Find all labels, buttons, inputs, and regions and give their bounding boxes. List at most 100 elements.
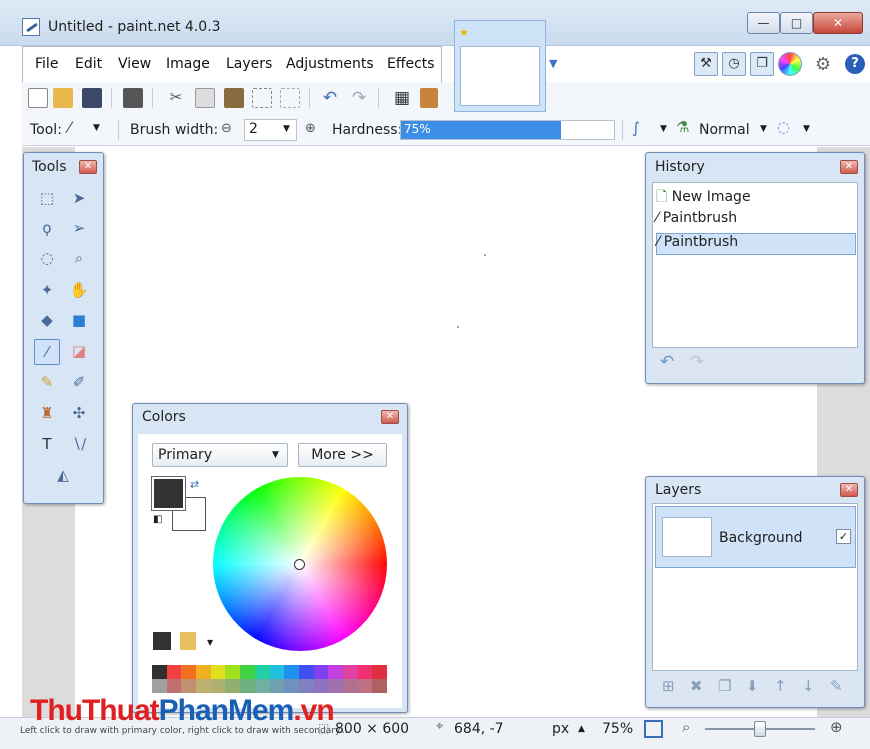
rulers-icon[interactable] bbox=[420, 88, 438, 108]
duplicate-layer-icon[interactable]: ❐ bbox=[718, 677, 731, 695]
maximize-button[interactable]: □ bbox=[780, 12, 813, 34]
minimize-button[interactable]: — bbox=[747, 12, 780, 34]
decrease-width-icon[interactable]: ⊖ bbox=[221, 121, 232, 136]
copy-icon[interactable] bbox=[195, 88, 215, 108]
palette-swatch[interactable] bbox=[284, 679, 299, 693]
move-layer-up-icon[interactable]: ↑ bbox=[774, 677, 787, 695]
palette-swatch[interactable] bbox=[342, 665, 358, 679]
menu-image[interactable]: Image bbox=[166, 56, 210, 72]
menu-view[interactable]: View bbox=[118, 56, 151, 72]
text-tool-icon[interactable]: T bbox=[34, 432, 60, 458]
layers-window-toggle-icon[interactable]: ❐ bbox=[750, 52, 774, 76]
palette-swatch[interactable] bbox=[342, 679, 358, 693]
undo-icon[interactable]: ↶ bbox=[320, 88, 340, 108]
antialiasing-dropdown-icon[interactable]: ▼ bbox=[660, 124, 667, 134]
menu-effects[interactable]: Effects bbox=[387, 56, 435, 72]
tools-panel-close-icon[interactable]: ✕ bbox=[79, 160, 97, 174]
palette-swatch[interactable] bbox=[372, 679, 387, 693]
palette-swatch[interactable] bbox=[210, 665, 226, 679]
add-to-palette-icon[interactable] bbox=[153, 632, 171, 650]
close-button[interactable]: ✕ bbox=[813, 12, 863, 34]
redo-icon[interactable]: ↷ bbox=[349, 88, 369, 108]
palette-swatch[interactable] bbox=[298, 665, 314, 679]
print-icon[interactable] bbox=[123, 88, 143, 108]
line-curve-icon[interactable]: ∖∕ bbox=[66, 432, 92, 458]
palette-swatch[interactable] bbox=[225, 679, 241, 693]
pan-hand-icon[interactable]: ✋ bbox=[66, 278, 92, 304]
palette-swatch[interactable] bbox=[357, 679, 373, 693]
zoom-out-icon[interactable]: ⌕ bbox=[682, 718, 690, 736]
colors-window-toggle-icon[interactable] bbox=[778, 52, 802, 76]
pencil-icon[interactable]: ✎ bbox=[34, 370, 60, 396]
more-colors-button[interactable]: More >> bbox=[298, 443, 387, 467]
selection-mode-icon[interactable]: ◌ bbox=[777, 118, 790, 136]
move-selected-icon[interactable]: ➤ bbox=[66, 186, 92, 212]
layer-visibility-checkbox[interactable]: ✓ bbox=[836, 529, 851, 544]
history-item[interactable]: 🗋 New Image bbox=[656, 186, 856, 208]
blend-mode-dropdown-icon[interactable]: ▼ bbox=[760, 124, 767, 134]
color-wheel-marker[interactable] bbox=[294, 559, 305, 570]
palette-swatch[interactable] bbox=[254, 665, 270, 679]
clone-stamp-icon[interactable]: ♜ bbox=[34, 401, 60, 427]
palette-swatch[interactable] bbox=[166, 679, 182, 693]
move-selection-icon[interactable]: ➢ bbox=[66, 216, 92, 242]
palette-swatch[interactable] bbox=[152, 665, 167, 679]
brush-width-dropdown-icon[interactable]: ▼ bbox=[283, 124, 290, 134]
reset-colors-icon[interactable]: ◧ bbox=[153, 514, 162, 525]
delete-layer-icon[interactable]: ✖ bbox=[690, 677, 703, 695]
recolor-icon[interactable]: ✣ bbox=[66, 401, 92, 427]
paint-bucket-icon[interactable]: ◆ bbox=[34, 308, 60, 334]
units-dropdown-icon[interactable]: ▲ bbox=[578, 724, 585, 734]
units-selector[interactable]: px bbox=[552, 721, 569, 737]
merge-layer-down-icon[interactable]: ⬇ bbox=[746, 677, 759, 695]
palette-swatch[interactable] bbox=[196, 665, 211, 679]
save-icon[interactable] bbox=[82, 88, 102, 108]
layers-panel-close-icon[interactable]: ✕ bbox=[840, 483, 858, 497]
palette-swatch[interactable] bbox=[313, 679, 329, 693]
paintbrush-icon[interactable]: ⁄ bbox=[34, 339, 60, 365]
crop-to-selection-icon[interactable] bbox=[252, 88, 272, 108]
palette-swatch[interactable] bbox=[357, 665, 373, 679]
history-panel-close-icon[interactable]: ✕ bbox=[840, 160, 858, 174]
palette-swatch[interactable] bbox=[181, 679, 197, 693]
menu-file[interactable]: File bbox=[35, 56, 58, 72]
color-picker-icon[interactable]: ✐ bbox=[66, 370, 92, 396]
history-undo-icon[interactable]: ↶ bbox=[660, 352, 674, 372]
new-file-icon[interactable] bbox=[28, 88, 48, 108]
menu-layers[interactable]: Layers bbox=[226, 56, 272, 72]
paste-icon[interactable] bbox=[224, 88, 244, 108]
palette-swatch[interactable] bbox=[254, 679, 270, 693]
palette-swatch[interactable] bbox=[328, 665, 343, 679]
settings-gear-icon[interactable]: ⚙ bbox=[815, 54, 831, 75]
palette-swatch[interactable] bbox=[196, 679, 211, 693]
shapes-tool-icon[interactable]: ◭ bbox=[50, 463, 76, 489]
zoom-tool-icon[interactable]: ⌕ bbox=[66, 246, 92, 272]
palette-swatch[interactable] bbox=[328, 679, 343, 693]
palette-menu-icon[interactable] bbox=[180, 632, 196, 650]
ellipse-select-icon[interactable]: ◌ bbox=[34, 246, 60, 272]
blend-mode-value[interactable]: Normal bbox=[699, 122, 750, 138]
primary-color-swatch[interactable] bbox=[151, 476, 186, 511]
tool-dropdown-arrow-icon[interactable]: ▼ bbox=[93, 123, 100, 133]
magic-wand-icon[interactable]: ✦ bbox=[34, 278, 60, 304]
palette-swatch[interactable] bbox=[298, 679, 314, 693]
zoom-level[interactable]: 75% bbox=[602, 721, 633, 737]
antialiasing-icon[interactable]: ∫ bbox=[632, 119, 640, 137]
paintbrush-tool-icon[interactable]: ⁄ bbox=[68, 118, 71, 137]
history-item[interactable]: ⁄ Paintbrush bbox=[656, 210, 856, 232]
increase-width-icon[interactable]: ⊕ bbox=[305, 121, 316, 136]
palette-swatch[interactable] bbox=[372, 665, 387, 679]
palette-swatch[interactable] bbox=[152, 679, 167, 693]
palette-swatch[interactable] bbox=[240, 679, 255, 693]
history-redo-icon[interactable]: ↷ bbox=[690, 352, 704, 372]
selection-mode-dropdown-icon[interactable]: ▼ bbox=[803, 124, 810, 134]
palette-swatch[interactable] bbox=[166, 665, 182, 679]
zoom-to-window-icon[interactable] bbox=[644, 720, 663, 738]
gradient-icon[interactable]: ■ bbox=[66, 308, 92, 334]
open-file-icon[interactable] bbox=[53, 88, 73, 108]
palette-swatch[interactable] bbox=[210, 679, 226, 693]
grid-icon[interactable]: ▦ bbox=[392, 88, 412, 108]
tools-window-toggle-icon[interactable]: ⚒ bbox=[694, 52, 718, 76]
palette-swatch[interactable] bbox=[269, 665, 285, 679]
move-layer-down-icon[interactable]: ↓ bbox=[802, 677, 815, 695]
